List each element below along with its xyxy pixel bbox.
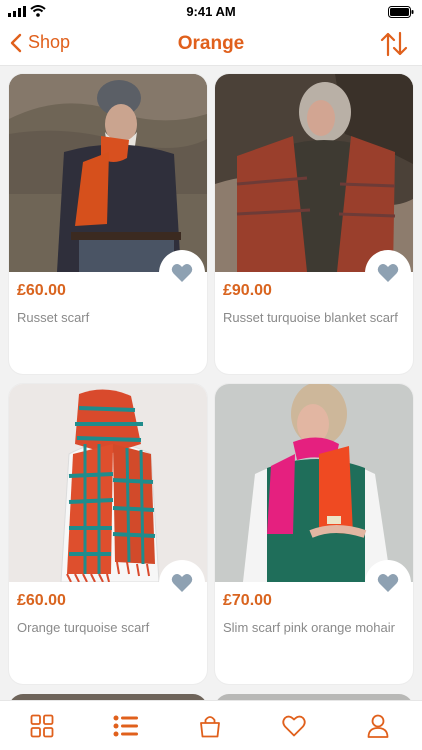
- product-image: [215, 74, 413, 272]
- grid-icon: [30, 714, 54, 738]
- product-name: Russet turquoise blanket scarf: [223, 310, 398, 325]
- product-card[interactable]: £90.00 Russet turquoise blanket scarf: [215, 74, 413, 374]
- status-bar: 9:41 AM: [0, 0, 422, 24]
- product-card[interactable]: £70.00 Slim scarf pink orange mohair: [215, 384, 413, 684]
- favorite-button[interactable]: [159, 560, 205, 606]
- profile-icon: [367, 714, 389, 738]
- tab-list[interactable]: [113, 713, 139, 739]
- product-image: [9, 74, 207, 272]
- heart-icon: [377, 574, 399, 592]
- product-grid: £60.00 Russet scarf £90.00 Russet turquo: [0, 66, 422, 700]
- favorite-button[interactable]: [159, 250, 205, 296]
- status-time: 9:41 AM: [186, 4, 236, 19]
- heart-icon: [171, 574, 193, 592]
- tab-bar: [0, 700, 422, 750]
- bag-icon: [200, 716, 220, 738]
- product-name: Slim scarf pink orange mohair: [223, 620, 395, 635]
- heart-icon: [282, 715, 306, 737]
- product-name: Russet scarf: [17, 310, 90, 325]
- battery-icon: [388, 5, 414, 23]
- tab-profile[interactable]: [365, 713, 391, 739]
- heart-icon: [171, 264, 193, 282]
- product-name: Orange turquoise scarf: [17, 620, 150, 635]
- tab-favorites[interactable]: [281, 713, 307, 739]
- tab-grid[interactable]: [29, 713, 55, 739]
- product-card[interactable]: £60.00 Orange turquoise scarf: [9, 384, 207, 684]
- favorite-button[interactable]: [365, 250, 411, 296]
- product-card[interactable]: £60.00 Russet scarf: [9, 74, 207, 374]
- product-image: [215, 384, 413, 582]
- product-image: [9, 384, 207, 582]
- sort-button[interactable]: [380, 31, 408, 62]
- product-price: £60.00: [17, 592, 66, 609]
- sort-arrows-icon: [380, 31, 408, 57]
- list-icon: [113, 715, 138, 737]
- favorite-button[interactable]: [365, 560, 411, 606]
- product-price: £70.00: [223, 592, 272, 609]
- page-title: Orange: [177, 33, 245, 54]
- tab-bag[interactable]: [197, 713, 223, 739]
- heart-icon: [377, 264, 399, 282]
- product-price: £60.00: [17, 282, 66, 299]
- nav-bar: Shop Orange: [0, 24, 422, 66]
- product-price: £90.00: [223, 282, 272, 299]
